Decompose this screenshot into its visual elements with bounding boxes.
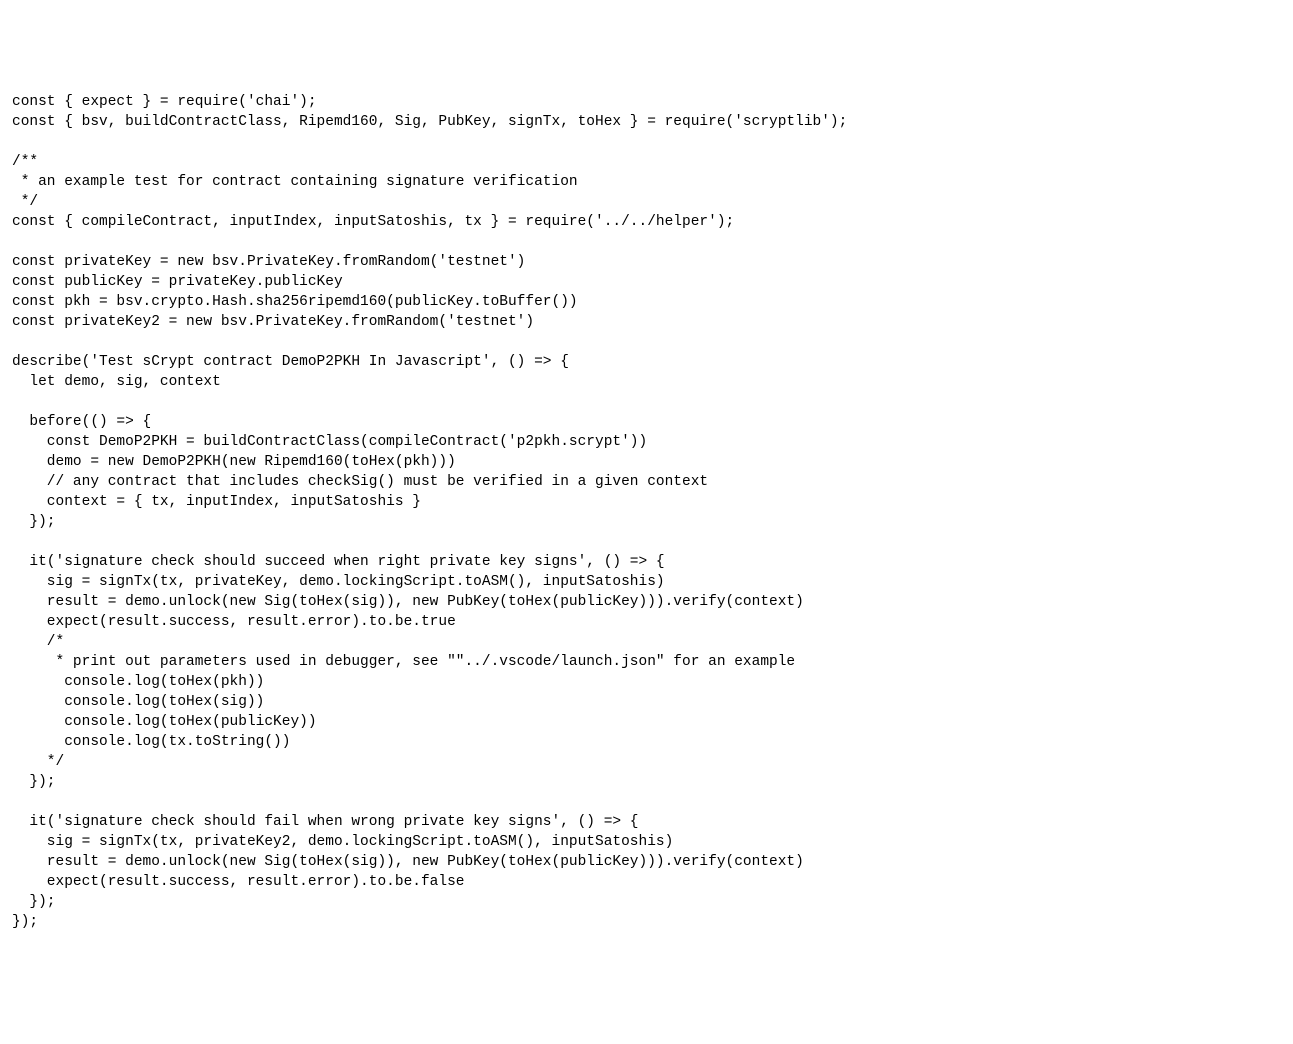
code-line: }); [12,514,56,530]
code-line: it('signature check should fail when wro… [12,814,639,830]
code-line: }); [12,914,38,930]
code-line: }); [12,774,56,790]
code-line: console.log(toHex(sig)) [12,694,264,710]
code-line: console.log(toHex(publicKey)) [12,714,317,730]
code-line: const { compileContract, inputIndex, inp… [12,214,734,230]
code-line: // any contract that includes checkSig()… [12,474,708,490]
code-line: result = demo.unlock(new Sig(toHex(sig))… [12,854,804,870]
code-line: const pkh = bsv.crypto.Hash.sha256ripemd… [12,294,578,310]
code-line: const { expect } = require('chai'); [12,94,317,110]
code-line: * print out parameters used in debugger,… [12,654,795,670]
code-line: * an example test for contract containin… [12,174,578,190]
code-line: context = { tx, inputIndex, inputSatoshi… [12,494,421,510]
code-line: sig = signTx(tx, privateKey2, demo.locki… [12,834,673,850]
code-line: */ [12,754,64,770]
code-line: console.log(tx.toString()) [12,734,290,750]
code-line: demo = new DemoP2PKH(new Ripemd160(toHex… [12,454,456,470]
code-line: const publicKey = privateKey.publicKey [12,274,343,290]
code-line: it('signature check should succeed when … [12,554,665,570]
code-line: result = demo.unlock(new Sig(toHex(sig))… [12,594,804,610]
code-line: const privateKey2 = new bsv.PrivateKey.f… [12,314,534,330]
code-line: console.log(toHex(pkh)) [12,674,264,690]
code-line: */ [12,194,38,210]
code-line: let demo, sig, context [12,374,221,390]
code-line: expect(result.success, result.error).to.… [12,874,464,890]
code-line: /* [12,634,64,650]
code-line: /** [12,154,38,170]
code-line: const DemoP2PKH = buildContractClass(com… [12,434,647,450]
code-line: }); [12,894,56,910]
code-line: before(() => { [12,414,151,430]
code-line: const { bsv, buildContractClass, Ripemd1… [12,114,847,130]
code-line: sig = signTx(tx, privateKey, demo.lockin… [12,574,665,590]
code-line: expect(result.success, result.error).to.… [12,614,456,630]
code-line: describe('Test sCrypt contract DemoP2PKH… [12,354,569,370]
code-line: const privateKey = new bsv.PrivateKey.fr… [12,254,525,270]
code-block: const { expect } = require('chai'); cons… [12,92,1281,932]
